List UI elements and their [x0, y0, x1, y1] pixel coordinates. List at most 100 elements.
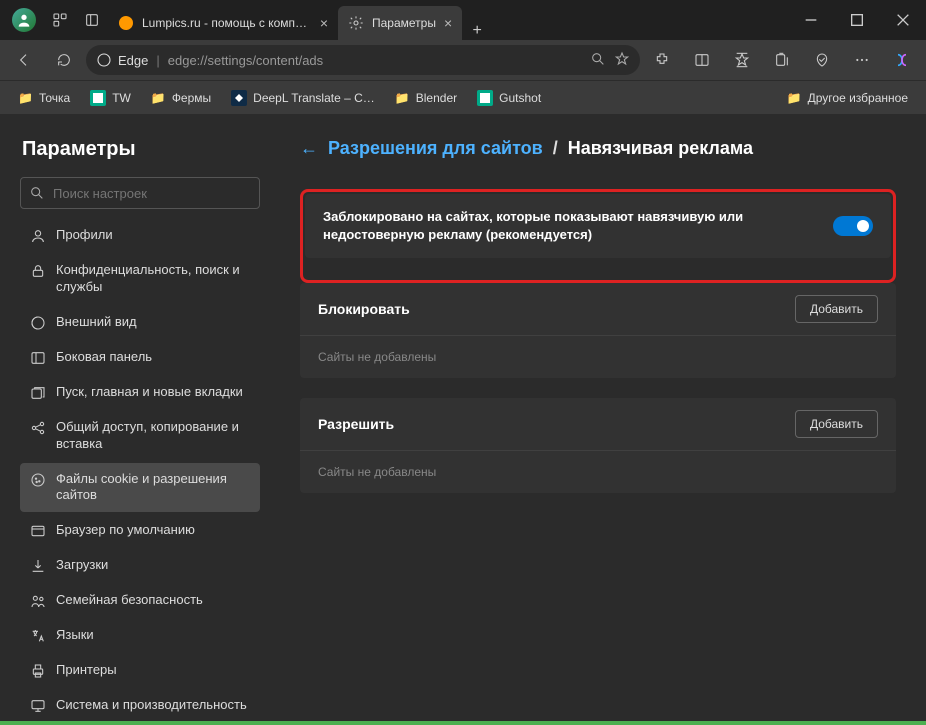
folder-icon: 📁: [151, 91, 166, 105]
tab-strip: Lumpics.ru - помощь с компьют… × Парамет…: [108, 0, 788, 40]
tab-lumpics[interactable]: Lumpics.ru - помощь с компьют… ×: [108, 6, 338, 40]
sidebar-icon: [30, 350, 46, 366]
breadcrumb: ← Разрешения для сайтов / Навязчивая рек…: [300, 138, 896, 159]
settings-main: ← Разрешения для сайтов / Навязчивая рек…: [270, 114, 926, 721]
workspaces-icon[interactable]: [44, 12, 76, 28]
block-empty-msg: Сайты не добавлены: [300, 336, 896, 378]
profile-icon: [30, 228, 46, 244]
address-bar[interactable]: Edge | edge://settings/content/ads: [86, 45, 640, 75]
nav-profiles[interactable]: Профили: [20, 219, 260, 252]
screenshot-border: [0, 721, 926, 725]
tab-label: Параметры: [372, 16, 436, 30]
tab-close-icon[interactable]: ×: [444, 15, 452, 31]
extensions-button[interactable]: [644, 44, 680, 76]
block-section: Блокировать Добавить Сайты не добавлены: [300, 283, 896, 378]
allow-section: Разрешить Добавить Сайты не добавлены: [300, 398, 896, 493]
system-icon: [30, 698, 46, 714]
share-icon: [30, 420, 46, 436]
browser-essentials-button[interactable]: [804, 44, 840, 76]
family-icon: [30, 593, 46, 609]
ads-block-toggle[interactable]: [833, 216, 873, 236]
url-text: edge://settings/content/ads: [168, 53, 582, 68]
edge-logo-icon: [96, 52, 112, 68]
tab-actions-icon[interactable]: [76, 12, 108, 28]
add-allow-button[interactable]: Добавить: [795, 410, 878, 438]
search-in-page-icon[interactable]: [590, 51, 606, 70]
tabs-icon: [30, 385, 46, 401]
breadcrumb-link[interactable]: Разрешения для сайтов: [328, 138, 543, 159]
split-screen-button[interactable]: [684, 44, 720, 76]
window-controls: [788, 0, 926, 40]
address-separator: |: [156, 53, 159, 68]
lumpics-favicon: [118, 15, 134, 31]
tab-close-icon[interactable]: ×: [320, 15, 328, 31]
deepl-icon: [231, 90, 247, 106]
allow-empty-msg: Сайты не добавлены: [300, 451, 896, 493]
refresh-button[interactable]: [46, 44, 82, 76]
appearance-icon: [30, 315, 46, 331]
highlighted-setting: Заблокировано на сайтах, которые показыв…: [300, 189, 896, 283]
new-tab-button[interactable]: +: [462, 22, 492, 40]
toolbar: Edge | edge://settings/content/ads: [0, 40, 926, 80]
block-title: Блокировать: [318, 301, 410, 317]
copilot-button[interactable]: [884, 44, 920, 76]
language-icon: [30, 628, 46, 644]
settings-sidebar: Параметры Профили Конфиденциальность, по…: [0, 114, 270, 721]
nav-appearance[interactable]: Внешний вид: [20, 306, 260, 339]
site-identity[interactable]: Edge: [96, 52, 148, 68]
close-window-button[interactable]: [880, 0, 926, 40]
more-menu-button[interactable]: [844, 44, 880, 76]
add-block-button[interactable]: Добавить: [795, 295, 878, 323]
profile-avatar[interactable]: [12, 8, 36, 32]
breadcrumb-back-icon[interactable]: ←: [300, 138, 318, 159]
bookmark-deepl[interactable]: DeepL Translate – С…: [223, 86, 383, 110]
lock-icon: [30, 263, 46, 279]
bookmarks-bar: 📁Точка TW 📁Фермы DeepL Translate – С… 📁B…: [0, 80, 926, 114]
nav-family[interactable]: Семейная безопасность: [20, 584, 260, 617]
toggle-label: Заблокировано на сайтах, которые показыв…: [323, 208, 817, 244]
nav-system[interactable]: Система и производительность: [20, 689, 260, 721]
search-input[interactable]: [53, 186, 251, 201]
allow-title: Разрешить: [318, 416, 394, 432]
sheets-icon: [477, 90, 493, 106]
bookmark-tw[interactable]: TW: [82, 86, 139, 110]
settings-nav: Профили Конфиденциальность, поиск и служ…: [20, 219, 260, 721]
folder-icon: 📁: [18, 91, 33, 105]
nav-sidebar[interactable]: Боковая панель: [20, 341, 260, 374]
nav-downloads[interactable]: Загрузки: [20, 549, 260, 582]
bookmark-blender[interactable]: 📁Blender: [387, 87, 465, 109]
nav-share[interactable]: Общий доступ, копирование и вставка: [20, 411, 260, 461]
ads-block-toggle-row: Заблокировано на сайтах, которые показыв…: [305, 194, 891, 258]
folder-icon: 📁: [787, 91, 802, 105]
maximize-button[interactable]: [834, 0, 880, 40]
settings-content: Параметры Профили Конфиденциальность, по…: [0, 114, 926, 721]
settings-search[interactable]: [20, 177, 260, 209]
nav-languages[interactable]: Языки: [20, 619, 260, 652]
download-icon: [30, 558, 46, 574]
nav-cookies[interactable]: Файлы cookie и разрешения сайтов: [20, 463, 260, 513]
bookmark-tochka[interactable]: 📁Точка: [10, 87, 78, 109]
settings-title: Параметры: [22, 138, 260, 161]
nav-printers[interactable]: Принтеры: [20, 654, 260, 687]
favorites-button[interactable]: [724, 44, 760, 76]
cookie-icon: [30, 472, 46, 488]
breadcrumb-current: Навязчивая реклама: [568, 138, 753, 159]
nav-default-browser[interactable]: Браузер по умолчанию: [20, 514, 260, 547]
tab-label: Lumpics.ru - помощь с компьют…: [142, 16, 312, 30]
search-icon: [29, 185, 45, 201]
gear-icon: [348, 15, 364, 31]
tab-settings[interactable]: Параметры ×: [338, 6, 462, 40]
collections-button[interactable]: [764, 44, 800, 76]
sheets-icon: [90, 90, 106, 106]
other-bookmarks[interactable]: 📁Другое избранное: [779, 87, 916, 109]
nav-start[interactable]: Пуск, главная и новые вкладки: [20, 376, 260, 409]
bookmark-fermy[interactable]: 📁Фермы: [143, 87, 219, 109]
back-button[interactable]: [6, 44, 42, 76]
browser-icon: [30, 523, 46, 539]
minimize-button[interactable]: [788, 0, 834, 40]
nav-privacy[interactable]: Конфиденциальность, поиск и службы: [20, 254, 260, 304]
folder-icon: 📁: [395, 91, 410, 105]
favorite-star-icon[interactable]: [614, 51, 630, 70]
bookmark-gutshot[interactable]: Gutshot: [469, 86, 549, 110]
person-icon: [16, 12, 32, 28]
